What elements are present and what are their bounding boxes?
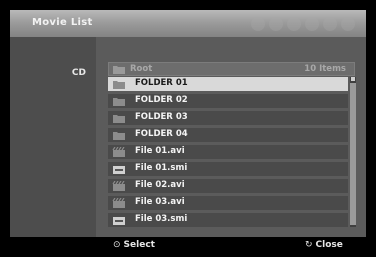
- list-item[interactable]: File 02.avi: [108, 179, 348, 193]
- movie-file-icon: [112, 147, 125, 157]
- list-item[interactable]: File 01.smi: [108, 162, 348, 176]
- select-label: Select: [123, 240, 155, 250]
- select-hint[interactable]: ⊙ Select: [113, 240, 155, 250]
- list-item[interactable]: FOLDER 04: [108, 128, 348, 142]
- movie-list-screen: Movie List CD Root 10 Items FOLDER 01 FOL…: [10, 10, 366, 237]
- return-icon: ↻: [305, 240, 313, 250]
- footer-hints: ⊙ Select ↻ Close: [0, 237, 376, 257]
- scroll-up-arrow[interactable]: [351, 77, 355, 81]
- folder-icon: [113, 81, 125, 89]
- list-item[interactable]: FOLDER 02: [108, 94, 348, 108]
- select-icon: ⊙: [113, 240, 121, 250]
- close-label: Close: [315, 240, 343, 250]
- list-item[interactable]: File 01.avi: [108, 145, 348, 159]
- list-item-label: File 01.avi: [135, 146, 185, 156]
- close-hint[interactable]: ↻ Close: [305, 240, 343, 250]
- subtitle-file-icon: [113, 166, 125, 174]
- folder-icon: [113, 66, 125, 74]
- title-decoration: [251, 17, 355, 31]
- file-list: FOLDER 01 FOLDER 02 FOLDER 03 FOLDER 04 File…: [108, 77, 348, 230]
- scrollbar-thumb[interactable]: [350, 83, 356, 225]
- movie-file-icon: [112, 198, 125, 208]
- scrollbar[interactable]: [350, 77, 356, 227]
- source-sidebar: CD: [10, 37, 96, 237]
- list-item-label: File 03.smi: [135, 214, 188, 224]
- folder-icon: [113, 132, 125, 140]
- title-bar: Movie List: [10, 10, 366, 37]
- folder-icon: [113, 115, 125, 123]
- list-item-label: File 01.smi: [135, 163, 188, 173]
- source-label: CD: [71, 68, 86, 78]
- list-item[interactable]: File 03.avi: [108, 196, 348, 210]
- list-item[interactable]: FOLDER 01: [108, 77, 348, 91]
- list-item-label: FOLDER 04: [135, 129, 188, 139]
- item-count: 10 Items: [304, 64, 346, 74]
- movie-file-icon: [112, 181, 125, 191]
- root-label: Root: [130, 64, 153, 74]
- root-header[interactable]: Root 10 Items: [108, 62, 355, 76]
- list-item-label: File 03.avi: [135, 197, 185, 207]
- list-item[interactable]: FOLDER 03: [108, 111, 348, 125]
- window-title: Movie List: [32, 17, 93, 28]
- file-browser-panel: Root 10 Items FOLDER 01 FOLDER 02 FOLDER 0…: [96, 37, 366, 237]
- subtitle-file-icon: [113, 217, 125, 225]
- list-item-label: FOLDER 03: [135, 112, 188, 122]
- list-item-label: FOLDER 01: [135, 78, 188, 88]
- list-item-label: FOLDER 02: [135, 95, 188, 105]
- list-item-label: File 02.avi: [135, 180, 185, 190]
- folder-icon: [113, 98, 125, 106]
- list-item[interactable]: File 03.smi: [108, 213, 348, 227]
